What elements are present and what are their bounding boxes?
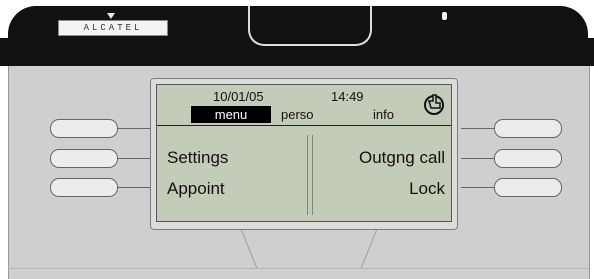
bezel-left-edge (0, 38, 14, 66)
softkey-left-3[interactable] (50, 178, 151, 197)
phone-hand-icon (424, 94, 444, 115)
softkey-right-1[interactable] (461, 119, 562, 138)
message-indicator-light (442, 12, 447, 20)
body-base-line (8, 268, 588, 269)
softkey-right-3[interactable] (461, 178, 562, 197)
menu-item-outgoing-call[interactable]: Outgng call (359, 148, 445, 168)
bezel-right-edge (580, 38, 594, 66)
lcd-screen: 10/01/05 14:49 menu perso info Settings … (156, 84, 452, 222)
tab-menu[interactable]: menu (191, 106, 271, 123)
menu-item-settings[interactable]: Settings (167, 148, 228, 168)
status-time: 14:49 (331, 89, 364, 104)
tab-perso[interactable]: perso (281, 106, 314, 123)
menu-item-lock[interactable]: Lock (409, 179, 445, 199)
softkey-right-2[interactable] (461, 149, 562, 168)
softkey-left-1[interactable] (50, 119, 151, 138)
handset-notch (248, 6, 372, 46)
column-divider (307, 135, 313, 215)
phone-device: ALCATEL 10/01/05 14:49 menu perso info S… (0, 0, 594, 279)
logo-mark-icon (107, 13, 115, 19)
screen-divider (157, 125, 451, 126)
status-date: 10/01/05 (213, 89, 264, 104)
brand-logo: ALCATEL (58, 20, 168, 36)
softkey-left-2[interactable] (50, 149, 151, 168)
tab-info[interactable]: info (373, 106, 394, 123)
menu-item-appoint[interactable]: Appoint (167, 179, 225, 199)
